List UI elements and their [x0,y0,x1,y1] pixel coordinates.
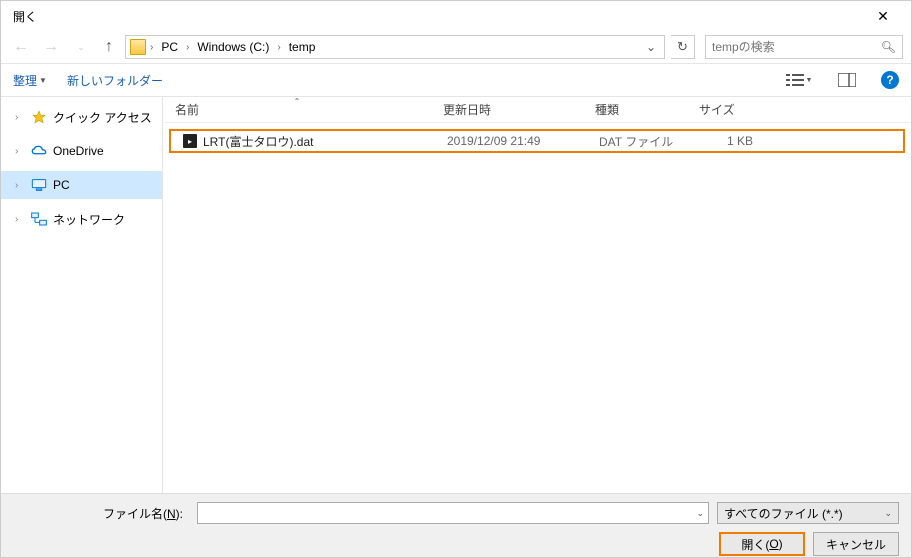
up-button[interactable]: ↑ [99,37,119,57]
folder-icon [130,39,146,55]
pc-icon [31,177,47,193]
view-options-button[interactable]: ▼ [785,69,813,91]
titlebar: 開く ✕ [1,1,911,31]
sidebar-item-label: PC [53,178,70,192]
file-row[interactable]: ▸ LRT(富士タロウ).dat 2019/12/09 21:49 DAT ファ… [169,129,905,153]
chevron-right-icon[interactable]: › [186,42,189,53]
close-button[interactable]: ✕ [863,8,903,25]
breadcrumb-pc[interactable]: PC [157,40,182,54]
search-icon[interactable]: 🔍︎ [881,40,896,54]
back-button[interactable]: ← [9,35,33,59]
toolbar: 整理 ▼ 新しいフォルダー ▼ ? [1,63,911,97]
new-folder-button[interactable]: 新しいフォルダー [67,72,163,89]
sidebar-item-label: クイック アクセス [53,109,152,126]
sidebar: › クイック アクセス › OneDrive › PC › ネットワーク [1,97,163,493]
refresh-button[interactable]: ↻ [671,35,695,59]
breadcrumb-drive[interactable]: Windows (C:) [193,40,273,54]
open-button[interactable]: 開く(O) [719,532,805,556]
address-dropdown[interactable]: ⌄ [642,40,660,54]
search-input[interactable] [712,40,881,54]
window-title: 開く [9,8,863,25]
chevron-down-icon[interactable]: ⌄ [696,508,704,519]
preview-pane-button[interactable] [833,69,861,91]
dat-file-icon: ▸ [183,134,197,148]
sidebar-item-quick-access[interactable]: › クイック アクセス [1,103,162,131]
filename-label: ファイル名(N): [13,505,189,522]
cloud-icon [31,143,47,159]
star-icon [31,109,47,125]
sidebar-item-onedrive[interactable]: › OneDrive [1,137,162,165]
file-pane: ⌃ 名前 更新日時 種類 サイズ ▸ LRT(富士タロウ).dat 2019/1… [163,97,911,493]
column-header-type[interactable]: 種類 [583,101,687,118]
file-list: ▸ LRT(富士タロウ).dat 2019/12/09 21:49 DAT ファ… [163,123,911,493]
body: › クイック アクセス › OneDrive › PC › ネットワーク ⌃ 名… [1,97,911,493]
button-row: 開く(O) キャンセル [13,532,899,556]
column-header-size[interactable]: サイズ [687,101,769,118]
file-type-cell: DAT ファイル [587,133,691,150]
address-bar[interactable]: › PC › Windows (C:) › temp ⌄ [125,35,665,59]
footer: ファイル名(N): ⌄ すべてのファイル (*.*) ⌄ 開く(O) キャンセル [1,493,911,557]
expand-icon[interactable]: › [15,180,25,191]
breadcrumb-folder[interactable]: temp [285,40,320,54]
chevron-down-icon[interactable]: ⌄ [884,508,892,519]
sidebar-item-label: ネットワーク [53,211,125,228]
organize-button[interactable]: 整理 ▼ [13,72,47,89]
file-date-cell: 2019/12/09 21:49 [435,134,587,148]
sidebar-item-pc[interactable]: › PC [1,171,162,199]
column-header-date[interactable]: 更新日時 [431,101,583,118]
filename-input[interactable]: ⌄ [197,502,709,524]
sort-indicator-icon: ⌃ [294,97,301,106]
cancel-button[interactable]: キャンセル [813,532,899,556]
file-name-cell: ▸ LRT(富士タロウ).dat [171,133,435,150]
file-type-filter[interactable]: すべてのファイル (*.*) ⌄ [717,502,899,524]
chevron-right-icon[interactable]: › [150,42,153,53]
sidebar-item-label: OneDrive [53,144,104,158]
expand-icon[interactable]: › [15,112,25,123]
sidebar-item-network[interactable]: › ネットワーク [1,205,162,233]
navbar: ← → ⌄ ↑ › PC › Windows (C:) › temp ⌄ ↻ 🔍… [1,31,911,63]
network-icon [31,211,47,227]
filename-row: ファイル名(N): ⌄ すべてのファイル (*.*) ⌄ [13,502,899,524]
column-header-name[interactable]: ⌃ 名前 [163,101,431,118]
expand-icon[interactable]: › [15,146,25,157]
column-headers: ⌃ 名前 更新日時 種類 サイズ [163,97,911,123]
help-button[interactable]: ? [881,71,899,89]
recent-dropdown[interactable]: ⌄ [69,35,93,59]
forward-button[interactable]: → [39,35,63,59]
file-size-cell: 1 KB [691,134,773,148]
search-box[interactable]: 🔍︎ [705,35,903,59]
chevron-right-icon[interactable]: › [277,42,280,53]
expand-icon[interactable]: › [15,214,25,225]
